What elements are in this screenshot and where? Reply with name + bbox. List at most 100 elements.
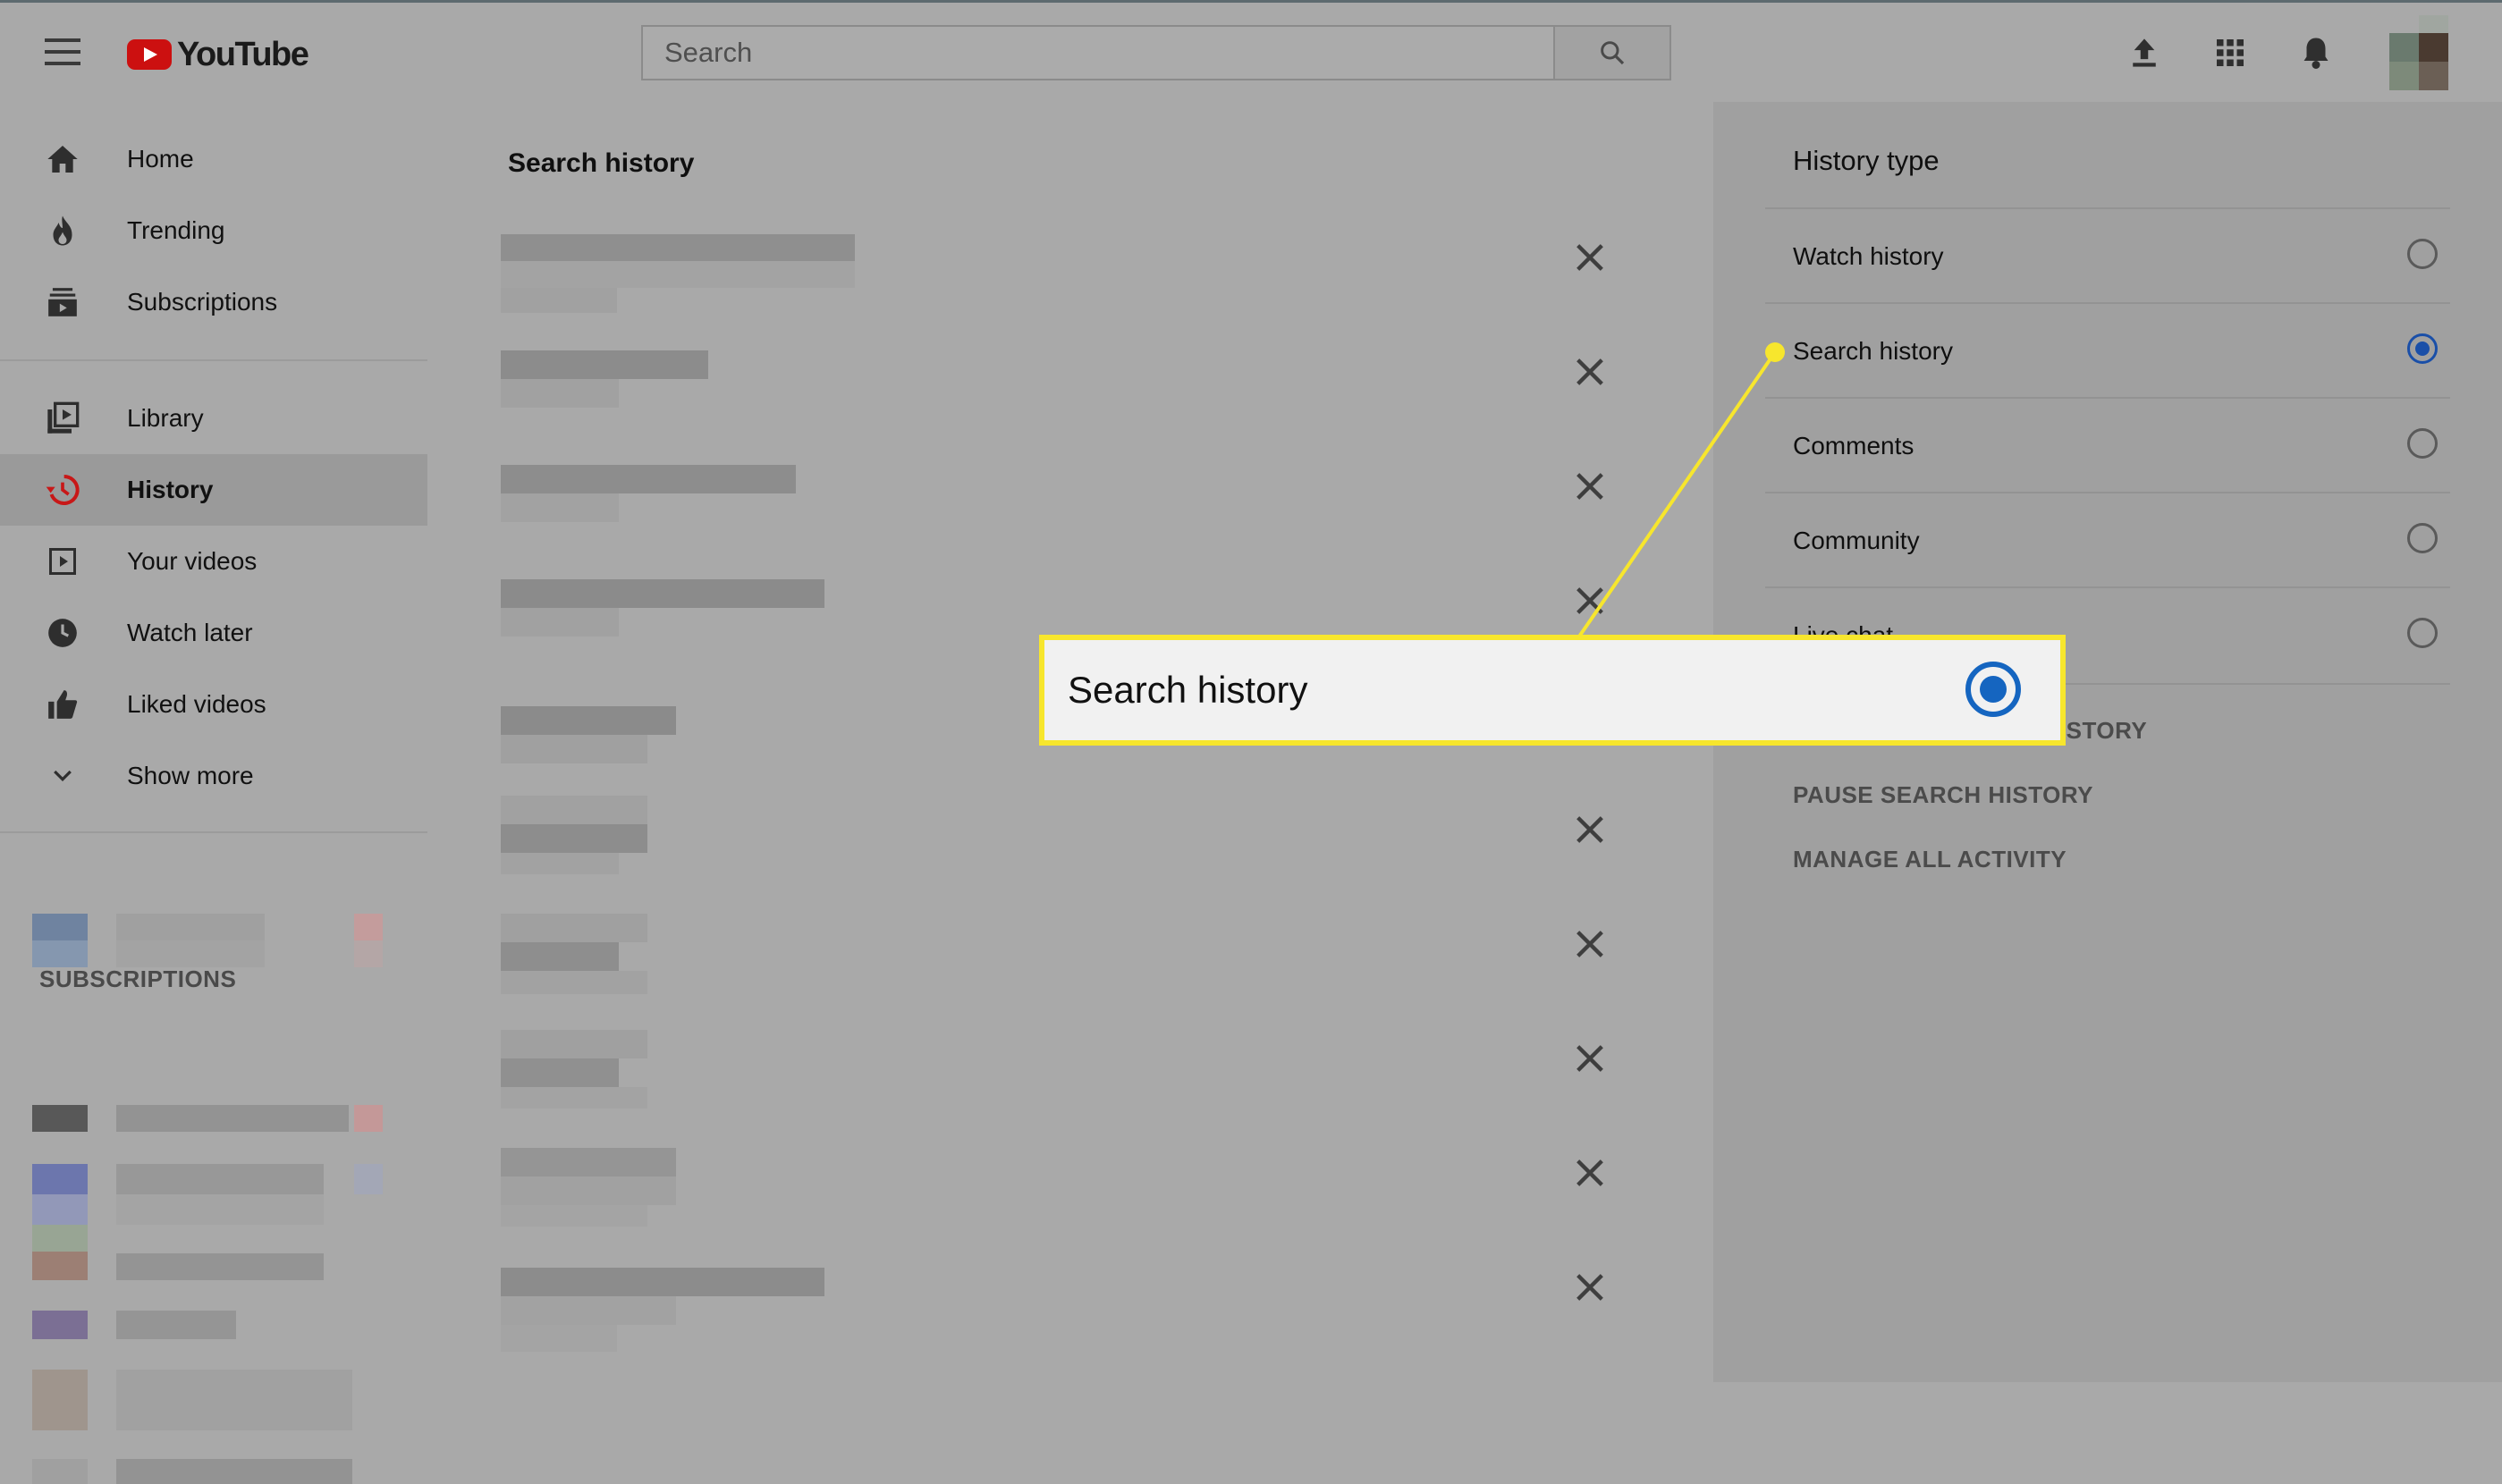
- sidebar-item-history[interactable]: History: [0, 454, 427, 526]
- sidebar-divider: [0, 831, 427, 833]
- chevron-down-icon: [43, 756, 82, 796]
- entry-text-blur: [501, 1058, 619, 1087]
- sidebar-item-trending[interactable]: Trending: [0, 195, 427, 266]
- pause-search-history-link[interactable]: PAUSE SEARCH HISTORY: [1793, 781, 2093, 809]
- search-input[interactable]: [643, 27, 1591, 79]
- sidebar-item-watch-later[interactable]: Watch later: [0, 597, 427, 669]
- close-icon[interactable]: [1572, 240, 1608, 275]
- close-icon[interactable]: [1572, 1041, 1608, 1076]
- sidebar-item-label: Watch later: [127, 619, 253, 646]
- entry-text-blur: [501, 350, 708, 379]
- channel-avatar[interactable]: [32, 1225, 88, 1252]
- callout-zoom-box: Search history: [1039, 635, 2066, 746]
- close-icon[interactable]: [1572, 354, 1608, 390]
- radio-button[interactable]: [2407, 523, 2438, 553]
- channel-name-blur[interactable]: [116, 914, 265, 940]
- sidebar: Home Trending Subscriptions Library Hist…: [0, 102, 427, 1484]
- sidebar-item-liked-videos[interactable]: Liked videos: [0, 669, 427, 740]
- channel-name-blur[interactable]: [116, 1370, 352, 1430]
- channel-avatar[interactable]: [32, 1105, 88, 1132]
- logo-text: YouTube: [177, 35, 309, 73]
- entry-text-blur: [501, 579, 824, 608]
- sidebar-item-show-more[interactable]: Show more: [0, 740, 427, 812]
- history-entry[interactable]: [499, 234, 1644, 324]
- sidebar-item-label: Show more: [127, 762, 254, 789]
- entry-text-blur: [501, 1268, 824, 1296]
- masthead: YouTube: [0, 0, 2502, 102]
- entry-text-blur: [501, 1176, 676, 1205]
- entry-text-blur: [501, 706, 676, 735]
- history-entry[interactable]: [499, 914, 1644, 1003]
- menu-icon[interactable]: [45, 38, 80, 65]
- channel-avatar: [32, 1194, 88, 1225]
- live-indicator-blur: [354, 940, 383, 967]
- youtube-logo[interactable]: YouTube: [127, 35, 309, 74]
- history-entry[interactable]: [499, 465, 1644, 554]
- history-entry[interactable]: [499, 350, 1644, 440]
- entry-text-blur: [501, 493, 619, 522]
- avatar[interactable]: [2389, 15, 2448, 90]
- history-entry[interactable]: [499, 796, 1644, 885]
- radio-button[interactable]: [2407, 239, 2438, 269]
- close-icon[interactable]: [1572, 583, 1608, 619]
- history-type-watch[interactable]: Watch history: [1765, 207, 2450, 304]
- history-entry[interactable]: [499, 1030, 1644, 1119]
- history-type-label: Community: [1793, 527, 1920, 554]
- youtube-play-icon: [127, 39, 172, 70]
- sidebar-item-label: Subscriptions: [127, 288, 278, 316]
- sidebar-item-library[interactable]: Library: [0, 383, 427, 454]
- sidebar-item-your-videos[interactable]: Your videos: [0, 526, 427, 597]
- close-icon[interactable]: [1572, 926, 1608, 962]
- apps-grid-icon[interactable]: [2212, 35, 2248, 71]
- history-type-community[interactable]: Community: [1765, 492, 2450, 588]
- sidebar-item-label: Your videos: [127, 547, 258, 575]
- history-icon: [43, 470, 82, 510]
- search-button[interactable]: [1553, 27, 1669, 79]
- entry-text-blur: [501, 465, 796, 493]
- channel-avatar[interactable]: [32, 1164, 88, 1194]
- channel-avatar[interactable]: [32, 1311, 88, 1339]
- channel-avatar: [32, 940, 88, 967]
- entry-text-blur: [501, 914, 647, 942]
- history-type-comments[interactable]: Comments: [1765, 397, 2450, 493]
- channel-avatar[interactable]: [32, 1370, 88, 1430]
- channel-name-blur[interactable]: [116, 1311, 236, 1339]
- entry-text-blur: [501, 853, 619, 874]
- sidebar-divider: [0, 359, 427, 361]
- sidebar-item-subscriptions[interactable]: Subscriptions: [0, 266, 427, 338]
- upload-icon[interactable]: [2126, 35, 2162, 71]
- entry-text-blur: [501, 1325, 617, 1352]
- history-type-search[interactable]: Search history: [1765, 302, 2450, 399]
- radio-button-selected[interactable]: [2407, 333, 2438, 364]
- entry-text-blur: [501, 824, 647, 853]
- notifications-bell-icon[interactable]: [2298, 35, 2334, 71]
- radio-button[interactable]: [2407, 618, 2438, 648]
- history-entry[interactable]: [499, 1148, 1644, 1237]
- history-type-label: Watch history: [1793, 242, 1944, 270]
- entry-text-blur: [501, 971, 647, 994]
- sidebar-item-label: Library: [127, 404, 204, 432]
- manage-all-activity-link[interactable]: MANAGE ALL ACTIVITY: [1793, 846, 2067, 873]
- home-icon: [43, 139, 82, 179]
- channel-avatar[interactable]: [32, 914, 88, 940]
- close-icon[interactable]: [1572, 1269, 1608, 1305]
- channel-name-blur: [116, 940, 265, 967]
- page-title: Search history: [508, 148, 695, 178]
- close-icon[interactable]: [1572, 812, 1608, 847]
- close-icon[interactable]: [1572, 1155, 1608, 1191]
- history-type-label: Search history: [1793, 337, 1953, 365]
- channel-name-blur[interactable]: [116, 1164, 324, 1194]
- channel-avatar[interactable]: [32, 1459, 88, 1484]
- entry-text-blur: [501, 234, 855, 261]
- close-icon[interactable]: [1572, 468, 1608, 504]
- history-entry[interactable]: [499, 1268, 1644, 1357]
- subscriptions-icon: [43, 282, 82, 322]
- channel-name-blur[interactable]: [116, 1253, 324, 1280]
- radio-button[interactable]: [2407, 428, 2438, 459]
- sidebar-item-home[interactable]: Home: [0, 123, 427, 195]
- entry-text-blur: [501, 1296, 676, 1325]
- entry-text-blur: [501, 1148, 676, 1176]
- channel-name-blur[interactable]: [116, 1105, 349, 1132]
- channel-name-blur[interactable]: [116, 1459, 352, 1484]
- callout-label: Search history: [1068, 669, 1308, 711]
